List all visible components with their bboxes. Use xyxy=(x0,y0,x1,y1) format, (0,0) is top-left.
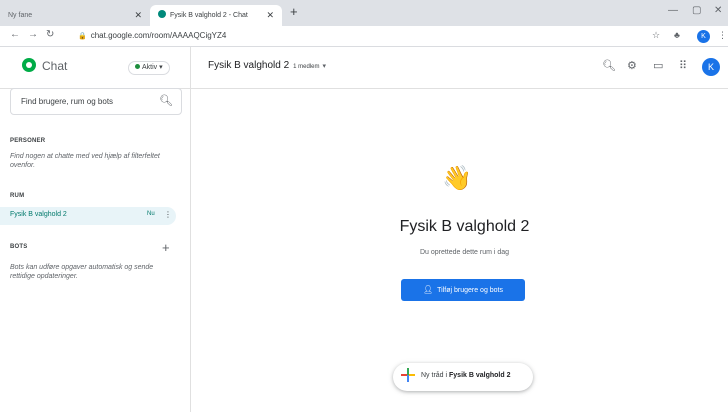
account-avatar[interactable]: K xyxy=(702,58,720,76)
browser-menu-icon[interactable]: ⋮ xyxy=(718,30,727,41)
app-name: Chat xyxy=(42,59,68,73)
close-icon[interactable]: ✕ xyxy=(266,5,274,26)
new-thread-label: Ny tråd i Fysik B valghold 2 xyxy=(421,372,510,379)
reload-icon[interactable]: ↻ xyxy=(46,29,54,40)
app-header: Chat Aktiv ▾ Fysik B valghold 21 medlem ▾… xyxy=(0,47,728,89)
browser-tab-active[interactable]: Fysik B valghold 2 - Chat ✕ xyxy=(150,5,282,26)
status-dropdown[interactable]: Aktiv ▾ xyxy=(128,61,170,75)
new-tab-icon[interactable]: + xyxy=(290,4,298,19)
tab-title: Ny fane xyxy=(8,12,33,19)
forward-icon[interactable]: → xyxy=(28,29,38,40)
room-welcome-title: Fysik B valghold 2 xyxy=(399,218,530,235)
status-label: Aktiv xyxy=(142,64,158,71)
search-field: 🔍︎ xyxy=(10,88,182,115)
people-hint: Find nogen at chatte med ved hjælp af fi… xyxy=(10,153,160,169)
browser-tab-bar: Ny fane ✕ Fysik B valghold 2 - Chat ✕ + … xyxy=(0,0,728,26)
chat-logo-icon xyxy=(22,58,36,72)
room-time-badge: Nu xyxy=(147,211,155,217)
room-title-dropdown[interactable]: Fysik B valghold 21 medlem ▾ xyxy=(208,60,326,71)
minimize-icon[interactable]: — xyxy=(668,5,678,16)
sidebar-item-room[interactable]: Fysik B valghold 2 Nu ⋮ xyxy=(0,207,176,225)
status-dot-icon xyxy=(135,64,140,69)
chevron-down-icon: ▾ xyxy=(322,63,327,70)
window-close-icon[interactable]: ✕ xyxy=(714,5,722,16)
back-icon[interactable]: ← xyxy=(10,29,20,40)
waving-hand-icon: 👋 xyxy=(442,165,472,192)
rooms-section-title: RUM xyxy=(10,193,25,199)
room-title: Fysik B valghold 2 xyxy=(208,60,290,71)
browser-tab[interactable]: Ny fane ✕ xyxy=(0,5,150,26)
room-welcome-subtitle: Du oprettede dette rum i dag xyxy=(419,249,510,256)
colorful-plus-icon xyxy=(401,368,415,382)
sidebar-divider xyxy=(190,47,191,412)
new-thread-button[interactable]: Ny tråd i Fysik B valghold 2 xyxy=(393,363,533,391)
search-input[interactable] xyxy=(11,89,151,114)
member-count: 1 medlem xyxy=(293,64,320,70)
add-users-button[interactable]: 👤︎ Tilføj brugere og bots xyxy=(401,279,525,301)
maximize-icon[interactable]: ▢ xyxy=(692,5,701,16)
new-thread-prefix: Ny tråd i xyxy=(421,372,448,379)
chat-favicon-icon xyxy=(158,10,166,19)
bots-section-title: BOTS xyxy=(10,244,28,250)
people-section-title: PERSONER xyxy=(10,138,46,144)
new-thread-room: Fysik B valghold 2 xyxy=(449,372,511,379)
search-icon[interactable]: 🔍︎ xyxy=(159,94,173,107)
room-name: Fysik B valghold 2 xyxy=(10,211,67,218)
more-vert-icon[interactable]: ⋮ xyxy=(164,210,172,219)
bookmark-star-icon[interactable]: ☆ xyxy=(652,30,660,41)
tab-title: Fysik B valghold 2 - Chat xyxy=(170,12,248,19)
bots-hint: Bots kan udføre opgaver automatisk og se… xyxy=(10,264,154,280)
profile-avatar[interactable]: K xyxy=(697,30,710,43)
url-text: chat.google.com/room/AAAAQCigYZ4 xyxy=(90,31,227,40)
search-icon[interactable]: 🔍︎ xyxy=(602,59,616,72)
address-bar: ← → ↻ 🔒 chat.google.com/room/AAAAQCigYZ4 … xyxy=(0,26,728,47)
url-field[interactable]: 🔒 chat.google.com/room/AAAAQCigYZ4 xyxy=(78,31,226,40)
add-person-icon: 👤︎ xyxy=(422,285,434,294)
add-users-label: Tilføj brugere og bots xyxy=(437,287,504,294)
settings-gear-icon[interactable]: ⚙ xyxy=(627,59,637,72)
add-bot-icon[interactable]: + xyxy=(162,240,170,255)
lock-icon: 🔒 xyxy=(78,33,87,40)
chevron-down-icon: ▾ xyxy=(159,64,163,71)
close-icon[interactable]: ✕ xyxy=(134,5,142,26)
feedback-icon[interactable]: ▭ xyxy=(653,59,663,72)
extension-icon[interactable]: ♣ xyxy=(674,30,680,40)
apps-grid-icon[interactable]: ⠿ xyxy=(679,59,687,72)
